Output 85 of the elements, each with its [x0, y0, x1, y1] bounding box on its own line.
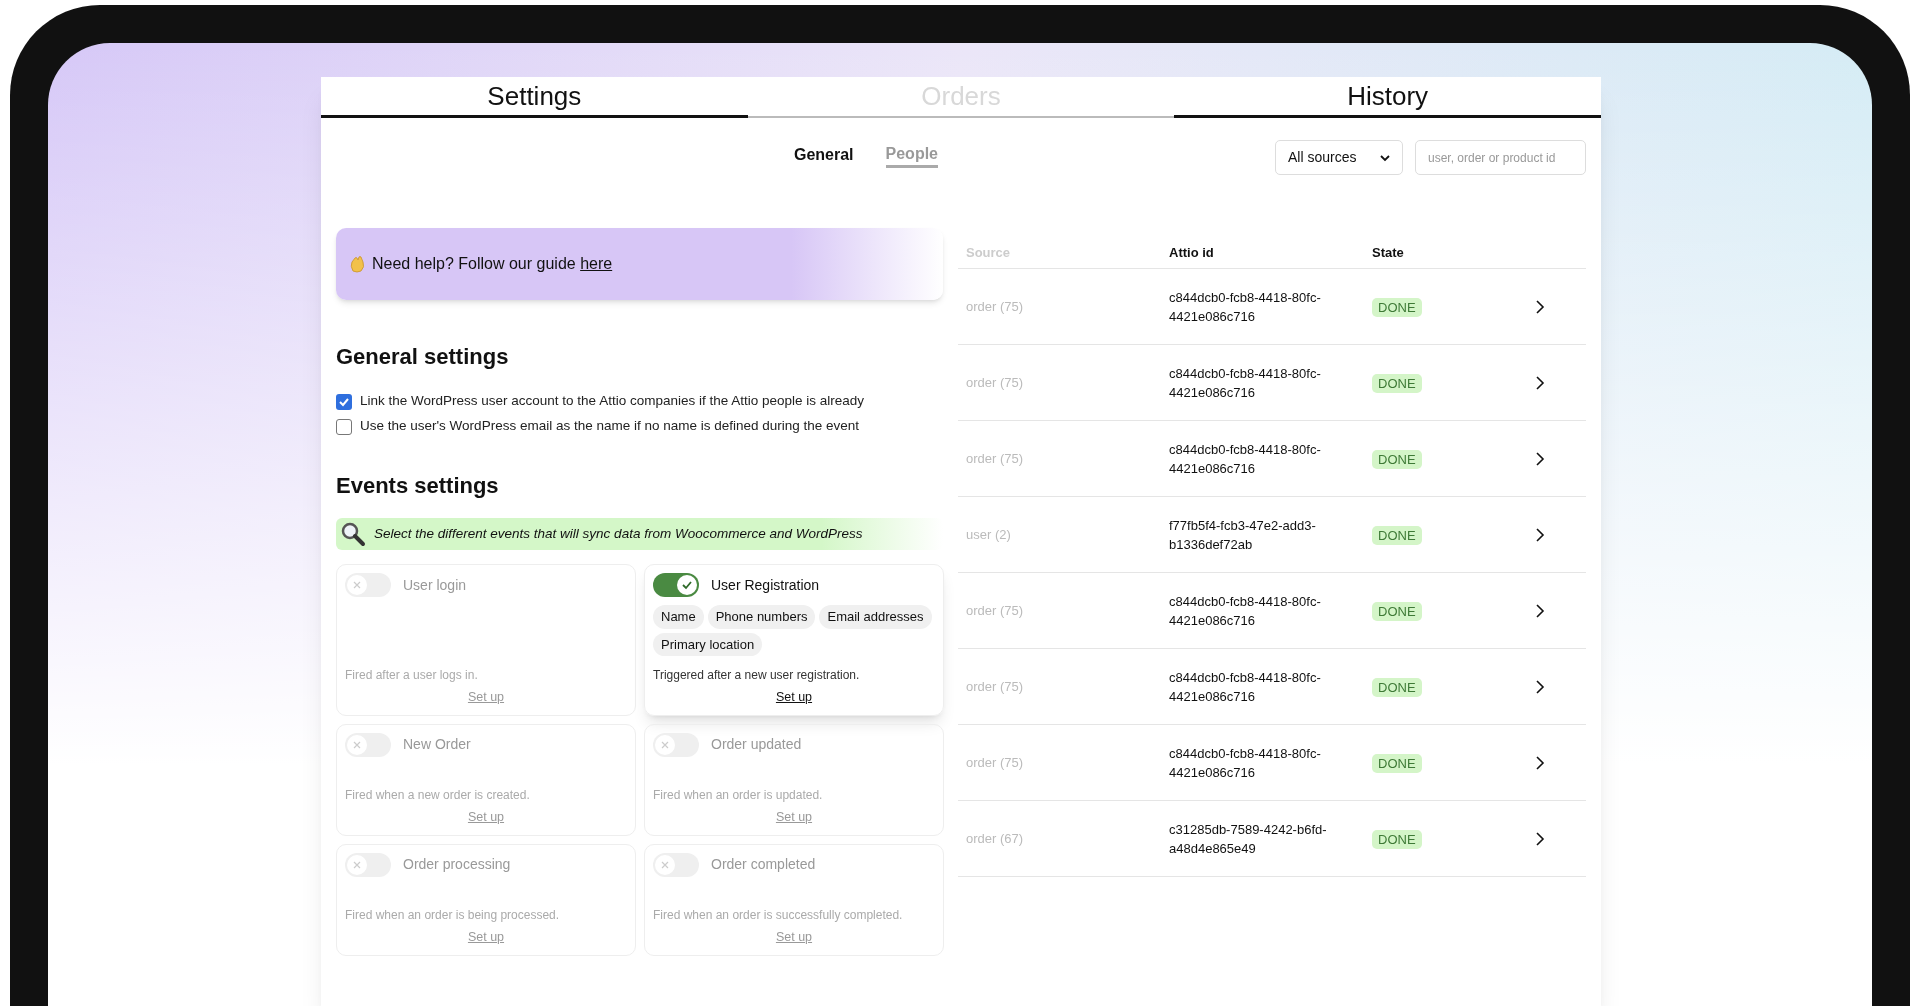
close-icon: [661, 740, 669, 749]
toggle-switch[interactable]: [345, 852, 391, 877]
event-description: Fired when a new order is created.: [345, 787, 531, 804]
table-cell-text: f77fb5f4-fcb3-47e2-add3-b1336def72ab: [1169, 516, 1317, 554]
chevron-down-icon: [1380, 153, 1390, 162]
table-cell-text: c844dcb0-fcb8-4418-80fc-4421e086c716: [1169, 288, 1322, 326]
setup-link[interactable]: Set up: [467, 928, 505, 947]
table-cell-text: user (2): [966, 525, 1012, 544]
event-title: Order completed: [711, 855, 816, 875]
status-badge: DONE: [1372, 449, 1422, 469]
event-description: Fired when an order is being processed.: [345, 907, 561, 924]
table-cell-text: c31285db-7589-4242-b6fd-a48d4e865e49: [1169, 820, 1328, 858]
section-heading: Events settings: [336, 472, 500, 500]
table-cell-text: order (75): [966, 449, 1025, 468]
setup-link[interactable]: Set up: [775, 688, 813, 707]
hint-text: Select the different events that will sync data from Woocommerce and WordPress: [374, 524, 863, 543]
field-tag: Primary location: [653, 632, 763, 656]
status-badge: DONE: [1372, 373, 1422, 393]
guide-link[interactable]: here: [580, 255, 613, 272]
setup-link[interactable]: Set up: [467, 808, 505, 827]
table-cell-text: c844dcb0-fcb8-4418-80fc-4421e086c716: [1169, 440, 1322, 478]
setup-link[interactable]: Set up: [467, 688, 505, 707]
checkbox[interactable]: [336, 393, 352, 410]
event-description: Fired when an order is successfully completed.: [653, 907, 904, 924]
table-cell-text: order (67): [966, 829, 1025, 848]
status-badge: DONE: [1372, 601, 1422, 621]
option-label: Link the WordPress user account to the Attio companies if the Attio people is already: [360, 392, 865, 411]
toggle-switch[interactable]: [653, 573, 699, 597]
field-tag: Name: [653, 605, 704, 629]
option-label: Use the user's WordPress email as the name if no name is defined during the event: [360, 417, 860, 436]
status-badge: DONE: [1372, 525, 1422, 545]
event-title: User login: [403, 575, 467, 595]
status-badge: DONE: [1372, 753, 1422, 773]
column-header: State: [1372, 244, 1405, 262]
event-title: New Order: [403, 735, 471, 755]
field-tag: Phone numbers: [707, 605, 816, 629]
help-text: Need help? Follow our guide here: [372, 254, 613, 274]
status-badge: DONE: [1372, 297, 1422, 317]
tab[interactable]: History: [1174, 77, 1601, 118]
event-description: Fired after a user logs in.: [345, 667, 479, 684]
chevron-right-icon[interactable]: [1536, 527, 1545, 542]
close-icon: [353, 581, 361, 589]
tab[interactable]: Settings: [321, 77, 748, 118]
event-description: Fired when an order is updated.: [653, 787, 824, 804]
table-cell-text: c844dcb0-fcb8-4418-80fc-4421e086c716: [1169, 592, 1322, 630]
event-title: User Registration: [711, 575, 820, 595]
event-title: Order processing: [403, 855, 511, 875]
setup-link[interactable]: Set up: [775, 928, 813, 947]
close-icon: [353, 860, 361, 869]
search-field[interactable]: user, order or product id: [1415, 140, 1586, 175]
source-dropdown[interactable]: All sources: [1275, 140, 1403, 175]
event-description: Triggered after a new user registration.: [653, 667, 861, 684]
toggle-switch[interactable]: [345, 573, 391, 597]
table-cell-text: c844dcb0-fcb8-4418-80fc-4421e086c716: [1169, 364, 1322, 402]
chevron-right-icon[interactable]: [1536, 451, 1545, 466]
subtab[interactable]: People: [885, 142, 938, 168]
status-badge: DONE: [1372, 829, 1422, 849]
table-cell-text: c844dcb0-fcb8-4418-80fc-4421e086c716: [1169, 668, 1322, 706]
event-title: Order updated: [711, 735, 802, 755]
chevron-right-icon[interactable]: [1536, 679, 1545, 694]
table-cell-text: order (75): [966, 297, 1025, 316]
column-header: Attio id: [1169, 244, 1215, 262]
table-cell-text: order (75): [966, 677, 1025, 696]
toggle-switch[interactable]: [653, 852, 699, 877]
table-cell-text: order (75): [966, 373, 1025, 392]
chevron-right-icon[interactable]: [1536, 375, 1545, 390]
close-icon: [661, 860, 669, 869]
magnifier-icon: [340, 521, 366, 547]
toggle-switch[interactable]: [653, 732, 699, 757]
chevron-right-icon[interactable]: [1536, 831, 1545, 846]
chevron-right-icon[interactable]: [1536, 299, 1545, 314]
check-icon: [681, 579, 693, 591]
setup-link[interactable]: Set up: [775, 808, 813, 827]
section-heading: General settings: [336, 343, 510, 371]
toggle-switch[interactable]: [345, 732, 391, 757]
checkbox[interactable]: [336, 418, 352, 435]
chevron-right-icon[interactable]: [1536, 603, 1545, 618]
status-badge: DONE: [1372, 677, 1422, 697]
field-tag: Email addresses: [819, 605, 932, 629]
chevron-right-icon[interactable]: [1536, 755, 1545, 770]
table-cell-text: c844dcb0-fcb8-4418-80fc-4421e086c716: [1169, 744, 1322, 782]
close-icon: [353, 740, 361, 749]
table-cell-text: order (75): [966, 601, 1025, 620]
table-cell-text: order (75): [966, 753, 1025, 772]
subtab[interactable]: General: [793, 142, 854, 168]
